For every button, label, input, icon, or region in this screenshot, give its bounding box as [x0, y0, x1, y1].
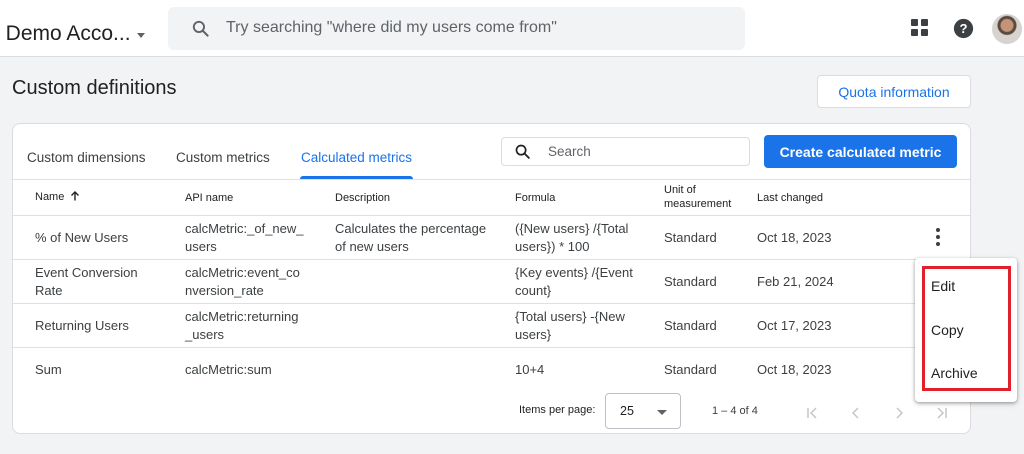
cell-api-name: calcMetric:returning _users	[185, 308, 298, 344]
tab-calculated-metrics[interactable]: Calculated metrics	[301, 150, 412, 165]
cell-line: {Key events} /{Event	[515, 265, 633, 280]
column-header-unit-line1: Unit of	[664, 184, 696, 196]
cell-line: count}	[515, 283, 552, 298]
cell-formula: {Key events} /{Event count}	[515, 264, 633, 300]
tab-custom-dimensions[interactable]: Custom dimensions	[27, 150, 146, 165]
first-page-icon[interactable]	[806, 406, 820, 420]
cell-line: users}	[515, 327, 552, 342]
apps-icon[interactable]	[911, 19, 929, 37]
divider	[13, 303, 970, 304]
cell-last-changed: Feb 21, 2024	[757, 274, 834, 289]
cell-unit: Standard	[664, 362, 717, 377]
column-header-api-name: API name	[185, 192, 234, 204]
global-search-input[interactable]: Try searching "where did my users come f…	[168, 7, 745, 50]
divider	[13, 179, 970, 180]
cell-line: users}) * 100	[515, 239, 590, 254]
cell-line: users	[185, 239, 217, 254]
divider	[13, 259, 970, 260]
items-per-page-label: Items per page:	[519, 404, 596, 416]
cell-line: ({New users} /{Total	[515, 221, 629, 236]
items-per-page-value: 25	[620, 404, 634, 418]
cell-line: Calculates the percentage	[335, 221, 487, 236]
last-page-icon[interactable]	[934, 406, 948, 420]
global-search-placeholder: Try searching "where did my users come f…	[226, 19, 557, 36]
cell-line: _users	[185, 327, 225, 342]
search-icon	[192, 20, 209, 37]
column-header-unit: Unit of measurement	[664, 183, 731, 211]
table-search-placeholder: Search	[548, 144, 591, 159]
cell-name: Event Conversion Rate	[35, 264, 138, 300]
more-vert-icon[interactable]	[934, 228, 942, 246]
menu-item-edit[interactable]: Edit	[931, 278, 955, 294]
cell-line: nversion_rate	[185, 283, 264, 298]
table-search-input[interactable]: Search	[501, 137, 750, 166]
cell-line: calcMetric:event_co	[185, 265, 300, 280]
cell-last-changed: Oct 18, 2023	[757, 230, 832, 245]
cell-api-name: calcMetric:sum	[185, 361, 272, 379]
cell-unit: Standard	[664, 318, 717, 333]
cell-line: {Total users} -{New	[515, 309, 625, 324]
quota-information-button[interactable]: Quota information	[817, 75, 971, 108]
cell-line: calcMetric:_of_new_	[185, 221, 304, 236]
create-calculated-metric-button[interactable]: Create calculated metric	[764, 135, 957, 168]
cell-formula: 10+4	[515, 361, 544, 379]
arrow-up-icon[interactable]	[70, 191, 80, 201]
divider	[13, 347, 970, 348]
cell-line: 10+4	[515, 362, 545, 377]
svg-text:?: ?	[959, 21, 967, 36]
cell-line: Sum	[35, 362, 62, 377]
column-header-name-label: Name	[35, 191, 65, 203]
cell-line: calcMetric:returning	[185, 309, 299, 324]
cell-line: Rate	[35, 283, 63, 298]
cell-api-name: calcMetric:event_co nversion_rate	[185, 264, 300, 300]
definitions-card: Custom dimensions Custom metrics Calcula…	[12, 123, 971, 434]
pagination-range: 1 – 4 of 4	[712, 405, 758, 417]
column-header-unit-line2: measurement	[664, 198, 732, 210]
cell-unit: Standard	[664, 230, 717, 245]
help-icon[interactable]: ?	[953, 18, 974, 39]
cell-line: Returning Users	[35, 318, 129, 333]
cell-name: % of New Users	[35, 229, 128, 247]
cell-last-changed: Oct 17, 2023	[757, 318, 832, 333]
account-selector[interactable]: t Demo Acco...	[0, 22, 131, 46]
column-header-description: Description	[335, 192, 391, 204]
items-per-page-select[interactable]: 25	[605, 393, 681, 429]
cell-line: calcMetric:sum	[185, 362, 272, 377]
column-header-formula: Formula	[515, 192, 556, 204]
tab-custom-metrics[interactable]: Custom metrics	[176, 150, 270, 165]
cell-api-name: calcMetric:_of_new_users	[185, 220, 304, 256]
cell-name: Returning Users	[35, 317, 129, 335]
next-page-icon[interactable]	[892, 406, 906, 420]
avatar[interactable]	[992, 14, 1022, 44]
chevron-down-icon[interactable]	[137, 33, 145, 38]
previous-page-icon[interactable]	[849, 406, 863, 420]
column-header-last-changed: Last changed	[757, 192, 824, 204]
cell-last-changed: Oct 18, 2023	[757, 362, 832, 377]
chevron-down-icon	[657, 410, 667, 415]
page-title: Custom definitions	[12, 77, 177, 99]
cell-description: Calculates the percentage of new users	[335, 220, 486, 256]
divider	[13, 215, 970, 216]
cell-line: % of New Users	[35, 230, 129, 245]
cell-name: Sum	[35, 361, 62, 379]
menu-item-copy[interactable]: Copy	[931, 322, 964, 338]
cell-line: of new users	[335, 239, 409, 254]
cell-unit: Standard	[664, 274, 717, 289]
cell-line: Event Conversion	[35, 265, 138, 280]
search-icon	[515, 144, 530, 159]
cell-formula: ({New users} /{Total users}) * 100	[515, 220, 628, 256]
cell-formula: {Total users} -{New users}	[515, 308, 625, 344]
menu-item-archive[interactable]: Archive	[931, 365, 978, 381]
column-header-name[interactable]: Name	[35, 190, 80, 204]
top-bar: t Demo Acco... Try searching "where did …	[0, 0, 1024, 57]
